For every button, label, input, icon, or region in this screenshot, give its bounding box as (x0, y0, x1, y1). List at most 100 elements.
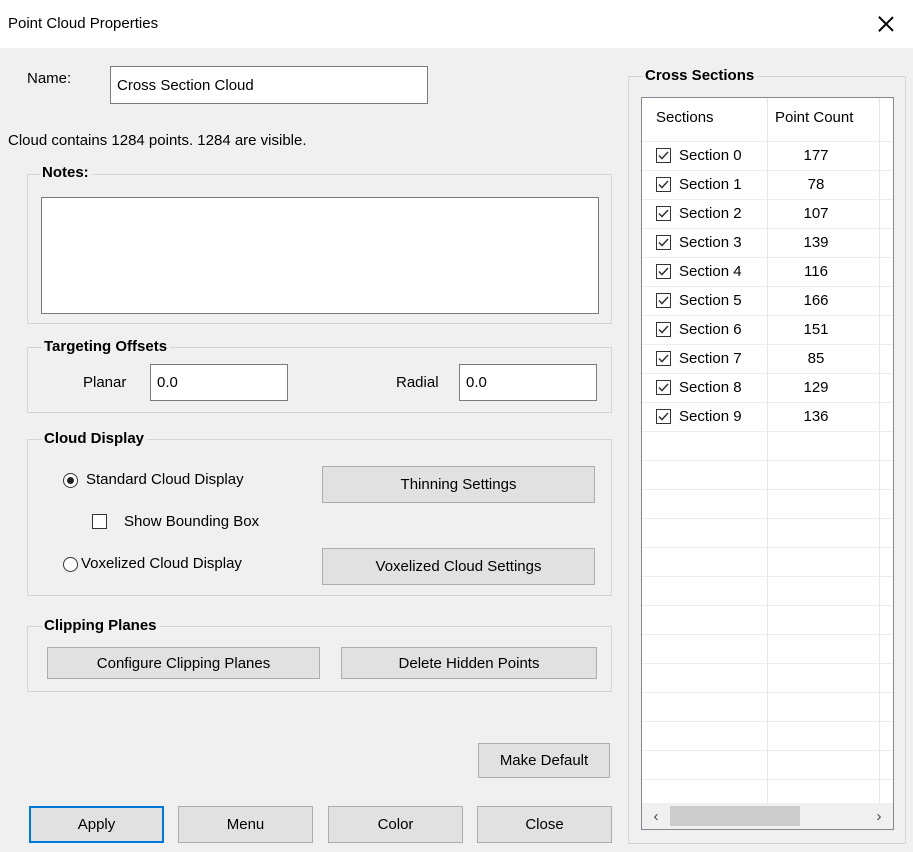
row-divider (642, 663, 893, 664)
color-button[interactable]: Color (328, 806, 463, 843)
list-item[interactable]: Section 6 151 (642, 315, 893, 344)
row-divider (642, 344, 893, 345)
radio-selected-dot (67, 477, 74, 484)
section-point-count: 78 (807, 176, 825, 193)
section-checkbox[interactable] (656, 322, 671, 337)
voxelized-display-radio[interactable] (63, 557, 78, 572)
column-header-sections[interactable]: Sections (656, 104, 714, 132)
horizontal-scrollbar[interactable]: ‹ › (642, 803, 893, 829)
row-divider (642, 315, 893, 316)
section-checkbox[interactable] (656, 206, 671, 221)
section-name: Section 9 (679, 408, 742, 425)
title-bar: Point Cloud Properties (0, 0, 913, 48)
list-item[interactable]: Section 4 116 (642, 257, 893, 286)
list-item[interactable]: Section 1 78 (642, 170, 893, 199)
section-checkbox[interactable] (656, 409, 671, 424)
row-divider (642, 431, 893, 432)
show-bounding-box-checkbox[interactable] (92, 514, 107, 529)
notes-title: Notes: (40, 164, 92, 181)
voxelized-display-label: Voxelized Cloud Display (81, 555, 242, 572)
list-item[interactable]: Section 2 107 (642, 199, 893, 228)
list-item[interactable]: Section 8 129 (642, 373, 893, 402)
row-divider (642, 257, 893, 258)
row-divider (642, 576, 893, 577)
row-divider (642, 721, 893, 722)
section-point-count: 129 (803, 379, 829, 396)
check-icon (658, 296, 669, 305)
section-checkbox[interactable] (656, 235, 671, 250)
section-point-count: 136 (803, 408, 829, 425)
section-point-count: 151 (803, 321, 829, 338)
scroll-left-icon[interactable]: ‹ (646, 806, 666, 826)
clipping-planes-title: Clipping Planes (42, 617, 160, 634)
close-icon[interactable] (870, 8, 902, 40)
menu-button[interactable]: Menu (178, 806, 313, 843)
check-icon (658, 151, 669, 160)
row-divider (642, 547, 893, 548)
standard-display-radio[interactable] (63, 473, 78, 488)
check-icon (658, 209, 669, 218)
column-header-point-count[interactable]: Point Count (775, 104, 853, 132)
section-name: Section 1 (679, 176, 742, 193)
thinning-settings-button[interactable]: Thinning Settings (322, 466, 595, 503)
planar-input[interactable] (150, 364, 288, 401)
row-divider (642, 489, 893, 490)
check-icon (658, 238, 669, 247)
section-name: Section 3 (679, 234, 742, 251)
row-divider (642, 141, 893, 142)
list-item[interactable]: Section 3 139 (642, 228, 893, 257)
section-name: Section 4 (679, 263, 742, 280)
row-divider (642, 286, 893, 287)
close-button[interactable]: Close (477, 806, 612, 843)
apply-button[interactable]: Apply (29, 806, 164, 843)
section-name: Section 7 (679, 350, 742, 367)
section-name: Section 8 (679, 379, 742, 396)
show-bounding-box-label: Show Bounding Box (124, 513, 260, 530)
section-checkbox[interactable] (656, 264, 671, 279)
scroll-thumb[interactable] (670, 806, 800, 826)
section-checkbox[interactable] (656, 380, 671, 395)
row-divider (642, 779, 893, 780)
section-checkbox[interactable] (656, 148, 671, 163)
check-icon (658, 354, 669, 363)
row-divider (642, 605, 893, 606)
cross-sections-list[interactable]: Sections Point Count Section 0 177 Section… (641, 97, 894, 830)
check-icon (658, 267, 669, 276)
make-default-button[interactable]: Make Default (478, 743, 610, 778)
scroll-right-icon[interactable]: › (869, 806, 889, 826)
section-point-count: 107 (803, 205, 829, 222)
check-icon (658, 412, 669, 421)
row-divider (642, 692, 893, 693)
cloud-info-text: Cloud contains 1284 points. 1284 are vis… (8, 132, 307, 149)
delete-hidden-points-button[interactable]: Delete Hidden Points (341, 647, 597, 679)
standard-display-label: Standard Cloud Display (86, 471, 244, 488)
section-checkbox[interactable] (656, 293, 671, 308)
radial-label: Radial (396, 374, 439, 391)
list-item[interactable]: Section 9 136 (642, 402, 893, 431)
section-name: Section 0 (679, 147, 742, 164)
row-divider (642, 199, 893, 200)
row-divider (642, 518, 893, 519)
check-icon (658, 325, 669, 334)
section-point-count: 177 (803, 147, 829, 164)
name-input[interactable] (110, 66, 428, 104)
list-item[interactable]: Section 7 85 (642, 344, 893, 373)
section-name: Section 5 (679, 292, 742, 309)
section-point-count: 166 (803, 292, 829, 309)
list-item[interactable]: Section 5 166 (642, 286, 893, 315)
section-checkbox[interactable] (656, 177, 671, 192)
section-name: Section 6 (679, 321, 742, 338)
row-divider (642, 228, 893, 229)
section-name: Section 2 (679, 205, 742, 222)
check-icon (658, 383, 669, 392)
section-checkbox[interactable] (656, 351, 671, 366)
notes-textarea[interactable] (41, 197, 599, 314)
cloud-display-title: Cloud Display (42, 430, 148, 447)
list-item[interactable]: Section 0 177 (642, 141, 893, 170)
configure-clipping-planes-button[interactable]: Configure Clipping Planes (47, 647, 320, 679)
radial-input[interactable] (459, 364, 597, 401)
row-divider (642, 402, 893, 403)
window-title: Point Cloud Properties (8, 15, 159, 32)
row-divider (642, 750, 893, 751)
voxelized-cloud-settings-button[interactable]: Voxelized Cloud Settings (322, 548, 595, 585)
